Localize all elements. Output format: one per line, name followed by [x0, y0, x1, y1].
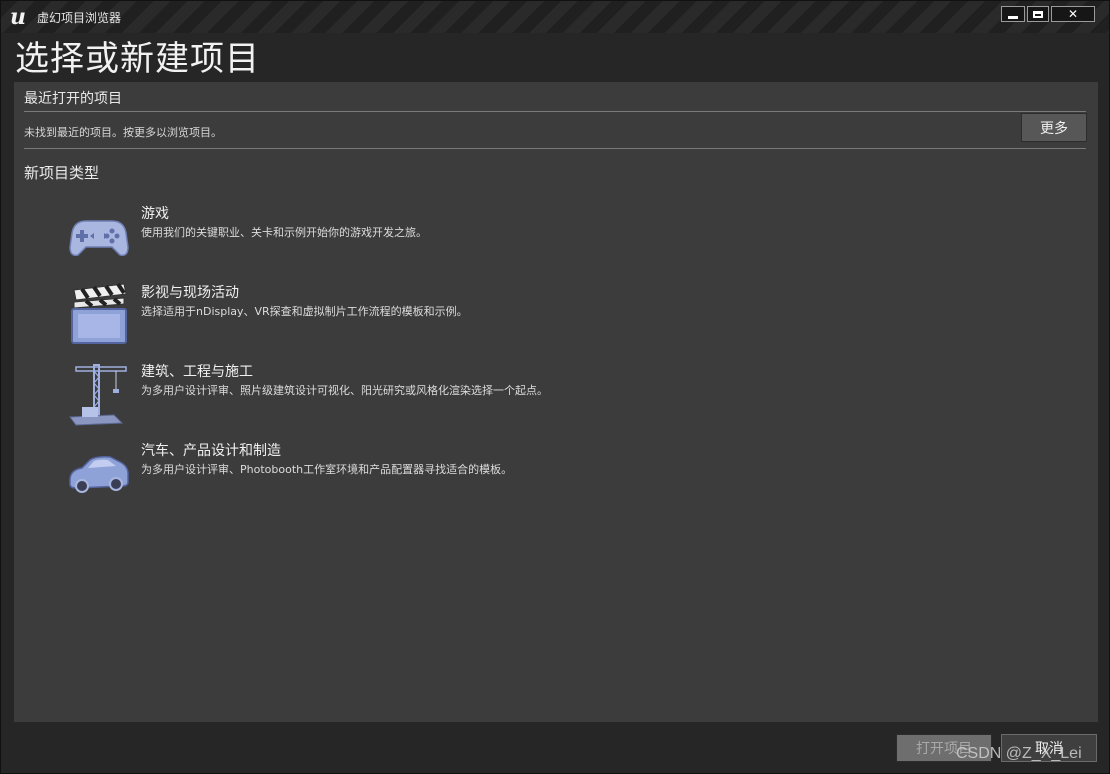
close-icon: ✕: [1067, 7, 1079, 21]
clapperboard-icon: [71, 282, 127, 344]
window-title: 虚幻项目浏览器: [37, 11, 122, 25]
maximize-icon: [1033, 10, 1043, 18]
crane-icon: [69, 364, 127, 426]
project-type-description: 选择适用于nDisplay、VR探查和虚拟制片工作流程的模板和示例。: [141, 305, 468, 318]
recent-projects-header: 最近打开的项目: [24, 91, 122, 107]
project-type-game[interactable]: 游戏 使用我们的关键职业、关卡和示例开始你的游戏开发之旅。: [66, 203, 1066, 273]
project-type-description: 使用我们的关键职业、关卡和示例开始你的游戏开发之旅。: [141, 226, 427, 239]
divider: [24, 148, 1086, 149]
gamepad-icon: [69, 220, 129, 257]
minimize-icon: [1008, 15, 1018, 19]
project-type-architecture[interactable]: 建筑、工程与施工 为多用户设计评审、照片级建筑设计可视化、阳光研究或风格化渲染选…: [66, 361, 1066, 431]
watermark: CSDN @Z_X_Lei: [956, 745, 1082, 762]
project-type-automotive[interactable]: 汽车、产品设计和制造 为多用户设计评审、Photobooth工作室环境和产品配置…: [66, 440, 1066, 510]
maximize-button[interactable]: [1027, 6, 1049, 22]
project-type-title: 汽车、产品设计和制造: [141, 443, 281, 459]
window-controls: ✕: [1001, 6, 1095, 22]
project-type-film-live-events[interactable]: 影视与现场活动 选择适用于nDisplay、VR探查和虚拟制片工作流程的模板和示…: [66, 282, 1066, 352]
main-panel: 最近打开的项目 未找到最近的项目。按更多以浏览项目。 更多 新项目类型 游戏 使…: [14, 82, 1098, 722]
minimize-button[interactable]: [1001, 6, 1025, 22]
project-type-title: 建筑、工程与施工: [141, 364, 253, 380]
project-browser-window: u 虚幻项目浏览器 ✕ 选择或新建项目 最近打开的项目 未找到最近的项目。按更多…: [0, 0, 1110, 774]
project-type-description: 为多用户设计评审、Photobooth工作室环境和产品配置器寻找适合的模板。: [141, 463, 513, 476]
project-type-title: 游戏: [141, 206, 169, 222]
more-button[interactable]: 更多: [1021, 113, 1087, 142]
close-button[interactable]: ✕: [1051, 6, 1095, 22]
unreal-logo-icon: u: [10, 4, 26, 30]
title-bar[interactable]: u 虚幻项目浏览器 ✕: [1, 1, 1109, 33]
divider: [24, 111, 1086, 112]
project-type-description: 为多用户设计评审、照片级建筑设计可视化、阳光研究或风格化渲染选择一个起点。: [141, 384, 548, 397]
page-title: 选择或新建项目: [15, 39, 260, 79]
new-project-types-header: 新项目类型: [24, 164, 100, 182]
car-icon: [69, 456, 129, 493]
project-type-title: 影视与现场活动: [141, 285, 239, 301]
recent-projects-message: 未找到最近的项目。按更多以浏览项目。: [24, 126, 222, 139]
